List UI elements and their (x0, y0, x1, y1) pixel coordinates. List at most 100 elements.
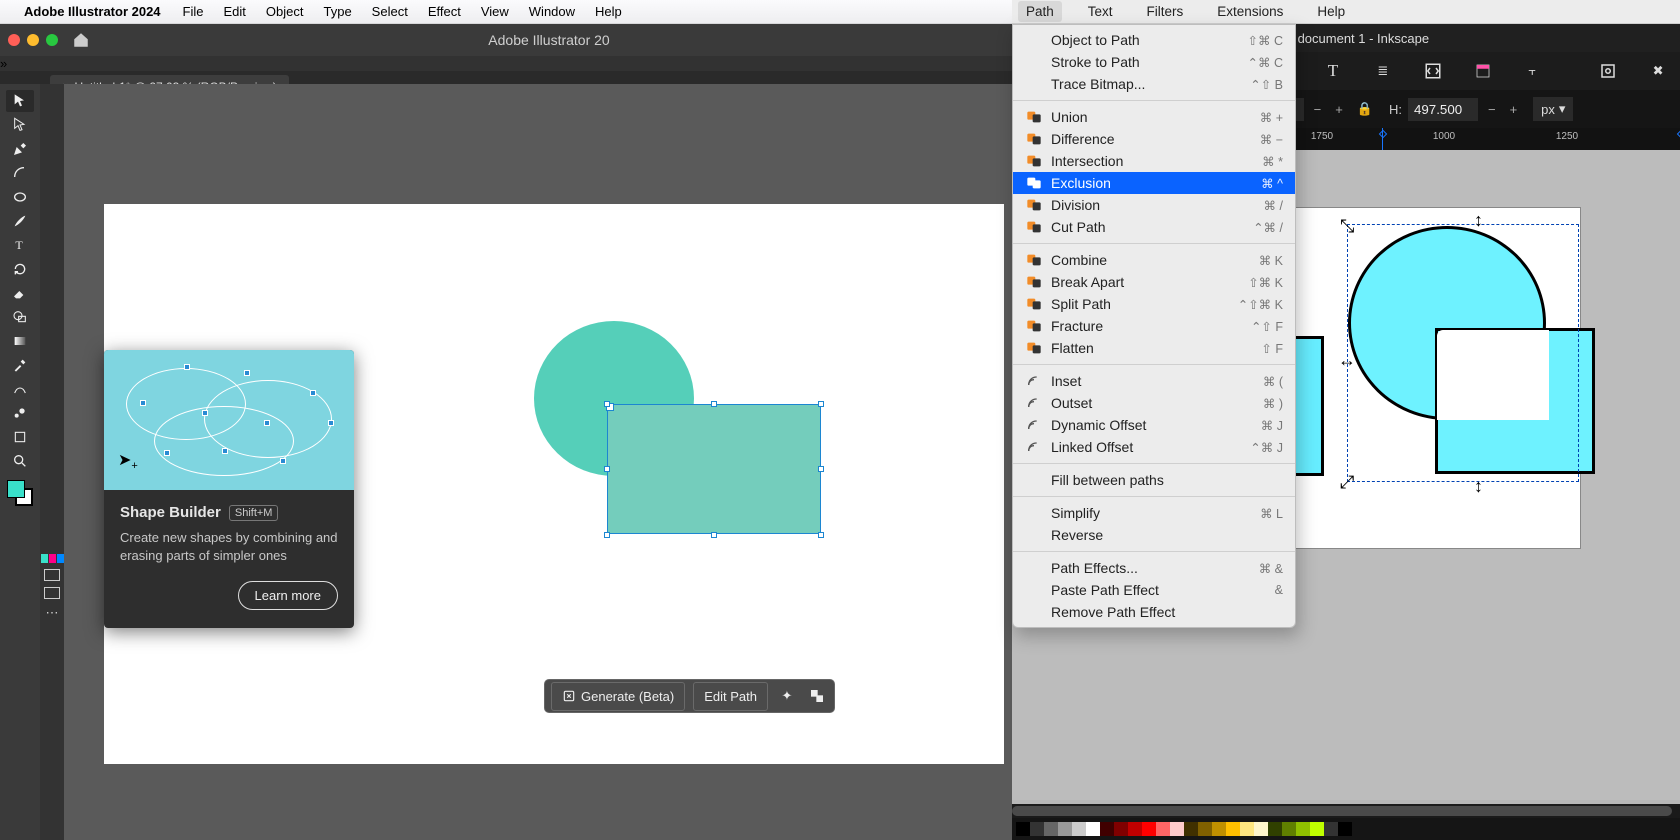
sel-handle[interactable] (818, 532, 824, 538)
ellipse-tool[interactable] (6, 186, 34, 208)
menu-effect[interactable]: Effect (428, 4, 461, 19)
inc-icon[interactable]: + (1331, 102, 1347, 117)
menu-item-fracture[interactable]: Fracture⌃⇧ F (1013, 315, 1295, 337)
edit-toolbar-icon[interactable]: ⋯ (46, 605, 59, 621)
blend-tool[interactable] (6, 378, 34, 400)
swatch[interactable] (1212, 822, 1226, 836)
scale-handle-icon[interactable]: ↕ (1474, 210, 1483, 231)
sel-handle[interactable] (818, 401, 824, 407)
sel-handle[interactable] (604, 532, 610, 538)
app-name[interactable]: Adobe Illustrator 2024 (24, 4, 161, 19)
swatch[interactable] (1128, 822, 1142, 836)
minimize-icon[interactable] (27, 34, 39, 46)
lock-icon[interactable]: 🔒 (1357, 101, 1373, 117)
menu-type[interactable]: Type (323, 4, 351, 19)
canvas-rect-selected[interactable] (607, 404, 821, 534)
rotate-tool[interactable] (6, 258, 34, 280)
swatch[interactable] (1156, 822, 1170, 836)
swatch[interactable] (1282, 822, 1296, 836)
menu-item-difference[interactable]: Difference⌘ − (1013, 128, 1295, 150)
menu-item-break-apart[interactable]: Break Apart⇧⌘ K (1013, 271, 1295, 293)
direct-select-tool[interactable] (6, 114, 34, 136)
selection-tool[interactable] (6, 90, 34, 112)
menu-item-fill-between-paths[interactable]: Fill between paths (1013, 469, 1295, 491)
menu-item-simplify[interactable]: Simplify⌘ L (1013, 502, 1295, 524)
swatch[interactable] (1338, 822, 1352, 836)
menu-item-split-path[interactable]: Split Path⌃⇧⌘ K (1013, 293, 1295, 315)
sel-handle[interactable] (711, 532, 717, 538)
menu-object[interactable]: Object (266, 4, 304, 19)
edit-path-button[interactable]: Edit Path (693, 682, 768, 711)
swatch[interactable] (1296, 822, 1310, 836)
eraser-tool[interactable] (6, 282, 34, 304)
settings-icon[interactable]: ✖ (1646, 59, 1670, 83)
menu-item-path-effects-[interactable]: Path Effects...⌘ & (1013, 557, 1295, 579)
swatch[interactable] (1268, 822, 1282, 836)
type-tool[interactable]: T (6, 234, 34, 256)
scale-handle-icon[interactable]: ⤡ (1340, 216, 1354, 237)
scale-handle-icon[interactable]: ⤢ (1340, 472, 1354, 493)
swatch[interactable] (1100, 822, 1114, 836)
swatch[interactable] (1170, 822, 1184, 836)
artboard-tool[interactable] (6, 426, 34, 448)
ink-menu-path[interactable]: Path (1018, 1, 1062, 22)
swatch[interactable] (1226, 822, 1240, 836)
brush-tool[interactable] (6, 210, 34, 232)
menu-window[interactable]: Window (529, 4, 575, 19)
scrollbar-thumb[interactable] (1012, 806, 1672, 816)
dec-icon[interactable]: − (1484, 102, 1500, 117)
fill-stroke-swatch[interactable] (7, 480, 33, 506)
menu-file[interactable]: File (183, 4, 204, 19)
generate-button[interactable]: Generate (Beta) (551, 682, 685, 711)
ink-menu-filters[interactable]: Filters (1139, 1, 1192, 22)
symbol-tool[interactable] (6, 402, 34, 424)
ink-menu-extensions[interactable]: Extensions (1209, 1, 1291, 22)
swatch[interactable] (1324, 822, 1338, 836)
h-scrollbar[interactable] (1012, 804, 1680, 818)
dec-icon[interactable]: − (1310, 102, 1326, 117)
swatch[interactable] (1142, 822, 1156, 836)
menu-item-object-to-path[interactable]: Object to Path⇧⌘ C (1013, 29, 1295, 51)
swatch[interactable] (1030, 822, 1044, 836)
menu-item-inset[interactable]: Inset⌘ ( (1013, 370, 1295, 392)
close-icon[interactable] (8, 34, 20, 46)
menu-item-division[interactable]: Division⌘ / (1013, 194, 1295, 216)
menu-item-dynamic-offset[interactable]: Dynamic Offset⌘ J (1013, 414, 1295, 436)
menu-view[interactable]: View (481, 4, 509, 19)
ink-menu-text[interactable]: Text (1080, 1, 1121, 22)
color-mode-icon[interactable] (41, 554, 64, 563)
swatch[interactable] (1254, 822, 1268, 836)
eyedropper-tool[interactable] (6, 354, 34, 376)
zoom-tool[interactable] (6, 450, 34, 472)
swatch[interactable] (1310, 822, 1324, 836)
group-icon[interactable] (806, 688, 828, 704)
maximize-icon[interactable] (46, 34, 58, 46)
swatch[interactable] (1114, 822, 1128, 836)
swatch[interactable] (1184, 822, 1198, 836)
align-icon[interactable]: ⫟ (1520, 59, 1544, 83)
menu-item-outset[interactable]: Outset⌘ ) (1013, 392, 1295, 414)
swatch[interactable] (1044, 822, 1058, 836)
menu-item-reverse[interactable]: Reverse (1013, 524, 1295, 546)
menu-item-stroke-to-path[interactable]: Stroke to Path⌃⌘ C (1013, 51, 1295, 73)
swatch[interactable] (1058, 822, 1072, 836)
menu-item-exclusion[interactable]: Exclusion⌘ ^ (1013, 172, 1295, 194)
swatch[interactable] (1086, 822, 1100, 836)
swatch[interactable] (1240, 822, 1254, 836)
xml-icon[interactable] (1421, 59, 1445, 83)
sel-handle[interactable] (818, 466, 824, 472)
draw-mode-icon[interactable] (44, 569, 60, 581)
swatch[interactable] (1072, 822, 1086, 836)
menu-item-cut-path[interactable]: Cut Path⌃⌘ / (1013, 216, 1295, 238)
menu-item-remove-path-effect[interactable]: Remove Path Effect (1013, 601, 1295, 623)
h-field[interactable] (1408, 98, 1478, 121)
unit-select[interactable]: px▾ (1533, 97, 1573, 121)
pen-tool[interactable] (6, 138, 34, 160)
swatch[interactable] (1016, 822, 1030, 836)
expand-panel-icon[interactable]: » (0, 56, 7, 71)
menu-item-flatten[interactable]: Flatten⇧ F (1013, 337, 1295, 359)
swatch[interactable] (1198, 822, 1212, 836)
menu-item-linked-offset[interactable]: Linked Offset⌃⌘ J (1013, 436, 1295, 458)
ai-canvas[interactable]: Generate (Beta) Edit Path ✦ (64, 84, 1012, 840)
ink-menu-help[interactable]: Help (1309, 1, 1353, 22)
